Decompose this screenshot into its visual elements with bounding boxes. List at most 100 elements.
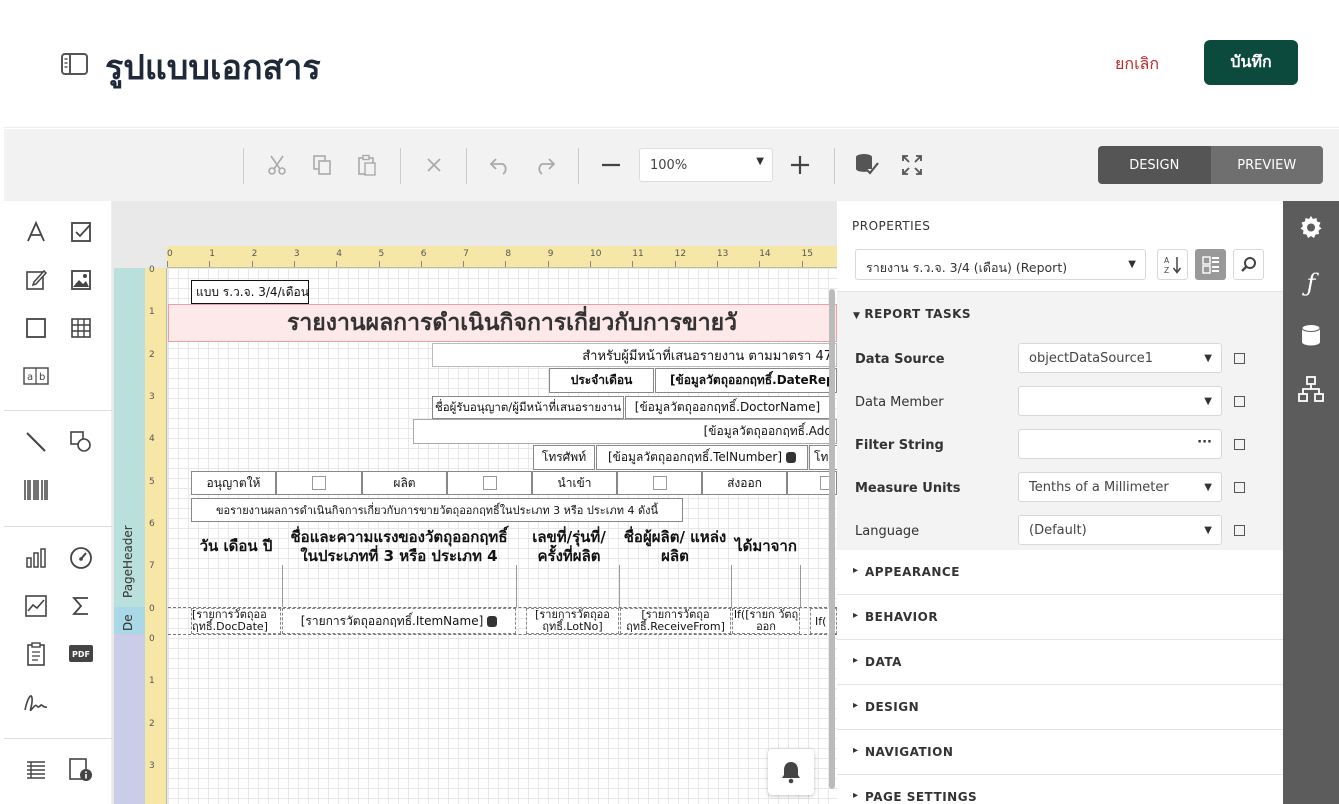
doctor-label[interactable]: ชื่อผู้รับอนุญาต/ผู้มีหน้าที่เสนอรายงาน (432, 396, 624, 419)
property-marker-checkbox[interactable] (1234, 396, 1245, 407)
design-tab[interactable]: DESIGN (1098, 146, 1211, 184)
detail-lot-field[interactable]: [รายการวัตถุออ ฤทธิ์.LotNo] (526, 608, 619, 634)
property-section[interactable]: ▸ PAGE SETTINGS (837, 775, 1283, 804)
ruler-tick-label: 1 (209, 249, 216, 259)
text-icon[interactable] (21, 217, 51, 247)
component-selector[interactable]: รายงาน ร.ว.จ. 3/4 (เดือน) (Report) ▼ (855, 249, 1146, 280)
property-marker-checkbox[interactable] (1234, 439, 1245, 450)
option-export-label[interactable]: ส่งออก (702, 471, 787, 495)
address-field[interactable]: [ข้อมูลวัตถุออกฤทธิ์.Add (413, 419, 837, 444)
option-import-label[interactable]: นำเข้า (532, 471, 617, 495)
settings-icon[interactable] (1297, 213, 1325, 241)
option-produce-checkbox[interactable] (447, 471, 532, 495)
sort-alphabetical-icon[interactable]: AZ (1157, 249, 1188, 280)
barcode-icon[interactable] (21, 475, 51, 505)
month-field[interactable]: [ข้อมูลวัตถุออกฤทธิ์.DateRep (655, 368, 837, 393)
property-section[interactable]: ▸ APPEARANCE (837, 550, 1283, 595)
function-icon[interactable]: ƒ (1297, 269, 1325, 297)
rectangle-icon[interactable] (21, 313, 51, 343)
checkbox-icon[interactable] (66, 217, 96, 247)
list-icon[interactable] (21, 755, 51, 785)
property-editor[interactable]: ▼ (1018, 386, 1222, 416)
property-editor[interactable]: Tenths of a Millimeter ▼ (1018, 472, 1222, 502)
zoom-in-icon[interactable] (786, 151, 814, 179)
copy-icon[interactable] (308, 151, 336, 179)
categorized-view-icon[interactable] (1195, 249, 1226, 280)
notice-text[interactable]: ขอรายงานผลการดำเนินกิจการเกี่ยวกับการขาย… (191, 498, 683, 522)
option-allowed-checkbox[interactable] (276, 471, 362, 495)
property-section[interactable]: ▸ BEHAVIOR (837, 595, 1283, 640)
property-section[interactable]: ▸ DATA (837, 640, 1283, 685)
signature-icon[interactable] (21, 687, 51, 717)
tel-field[interactable]: [ข้อมูลวัตถุออกฤทธิ์.TelNumber] (596, 445, 808, 470)
option-allowed-label[interactable]: อนุญาตให้ (191, 471, 276, 495)
zoom-out-icon[interactable] (597, 151, 625, 179)
line-icon[interactable] (21, 427, 51, 457)
column-header-name[interactable]: ชื่อและความแรงของวัตถุออกฤทธิ์ ในประเภทท… (282, 528, 516, 566)
edit-icon[interactable] (21, 265, 51, 295)
pdf-icon[interactable]: PDF (66, 639, 96, 669)
property-marker-checkbox[interactable] (1234, 482, 1245, 493)
cut-icon[interactable] (263, 151, 291, 179)
paste-icon[interactable] (353, 151, 381, 179)
form-code-label[interactable]: แบบ ร.ว.จ. 3/4/เดือน (191, 280, 309, 304)
doctor-field[interactable]: [ข้อมูลวัตถุออกฤทธิ์.DoctorName] (625, 396, 830, 419)
validate-bindings-icon[interactable] (853, 151, 881, 179)
fullscreen-icon[interactable] (898, 151, 926, 179)
design-surface[interactable]: 0 1 2 3 4 5 6 7 8 9 10 11 12 13 14 15 0123456700123 Pag… (112, 201, 837, 804)
property-editor[interactable]: objectDataSource1 ▼ (1018, 343, 1222, 373)
preview-tab[interactable]: PREVIEW (1210, 146, 1323, 184)
property-marker-checkbox[interactable] (1234, 353, 1245, 364)
report-page[interactable]: แบบ ร.ว.จ. 3/4/เดือน รายงานผลการดำเนินกิ… (168, 268, 837, 804)
report-subtitle[interactable]: สำหรับผู้มีหน้าที่เสนอรายงาน ตามมาตรา 47 (432, 343, 837, 367)
delete-icon[interactable] (420, 151, 448, 179)
vertical-ruler: 0 1 2 3 4 5 6 7 0 0 1 2 3 (145, 265, 167, 804)
property-section[interactable]: ▸ NAVIGATION (837, 730, 1283, 775)
column-header-date[interactable]: วัน เดือน ปี (191, 537, 281, 556)
report-footer-band[interactable] (114, 634, 145, 804)
column-header-maker[interactable]: ชื่อผู้ผลิต/ แหล่งผลิต (620, 528, 730, 566)
detail-item-field[interactable]: [รายการวัตถุออกฤทธิ์.ItemName] (282, 608, 516, 634)
undo-icon[interactable] (486, 151, 514, 179)
clipboard-icon[interactable] (21, 639, 51, 669)
option-import-checkbox[interactable] (617, 471, 702, 495)
database-icon[interactable] (1297, 321, 1325, 349)
page-info-icon[interactable] (66, 755, 96, 785)
picture-icon[interactable] (66, 265, 96, 295)
sidebar-toggle-icon[interactable] (61, 52, 89, 76)
label-icon[interactable]: ab (21, 361, 51, 391)
tel-label[interactable]: โทรศัพท์ (533, 445, 595, 470)
zoom-select[interactable]: 100% ▼ (639, 148, 773, 182)
property-section[interactable]: ▸ DESIGN (837, 685, 1283, 730)
search-icon[interactable] (1233, 249, 1264, 280)
detail-date-text: [รายการวัตถุออ ฤทธิ์.DocDate] (192, 608, 268, 633)
shapes-icon[interactable] (66, 427, 96, 457)
notification-bell-icon[interactable] (768, 749, 814, 795)
property-editor[interactable]: (Default) ▼ (1018, 515, 1222, 545)
detail-date-field[interactable]: [รายการวัตถุออ ฤทธิ์.DocDate] (191, 608, 281, 634)
property-marker-checkbox[interactable] (1234, 525, 1245, 536)
ruler-tick (463, 261, 465, 267)
hierarchy-icon[interactable] (1297, 375, 1325, 403)
sum-icon[interactable] (66, 591, 96, 621)
report-title[interactable]: รายงานผลการดำเนินกิจการเกี่ยวกับการขายวั (168, 304, 837, 342)
page-header-band[interactable]: PageHeader (114, 268, 145, 607)
column-header-from[interactable]: ได้มาจาก (731, 537, 801, 556)
column-header-lot[interactable]: เลขที่/รุ่นที่/ ครั้งที่ผลิต (518, 528, 620, 566)
detail-if-field[interactable]: If([รายก วัตถุออก (732, 608, 800, 634)
option-produce-label[interactable]: ผลิต (362, 471, 447, 495)
bar-chart-icon[interactable] (21, 543, 51, 573)
property-editor[interactable]: ··· (1018, 429, 1222, 459)
canvas-scrollbar[interactable] (829, 289, 835, 789)
line-chart-icon[interactable] (21, 591, 51, 621)
gauge-icon[interactable] (66, 543, 96, 573)
save-button[interactable]: บันทึก (1204, 40, 1298, 85)
redo-icon[interactable] (531, 151, 559, 179)
detail-maker-field[interactable]: [รายการวัตถุอ ฤทธิ์.ReceiveFrom] (620, 608, 731, 634)
detail-band[interactable]: De (114, 607, 145, 634)
ruler-tick (293, 261, 295, 267)
cancel-button[interactable]: ยกเลิก (1115, 52, 1159, 77)
report-tasks-heading[interactable]: ▼ REPORT TASKS (853, 307, 971, 321)
table-icon[interactable] (66, 313, 96, 343)
month-label[interactable]: ประจำเดือน (549, 368, 654, 393)
